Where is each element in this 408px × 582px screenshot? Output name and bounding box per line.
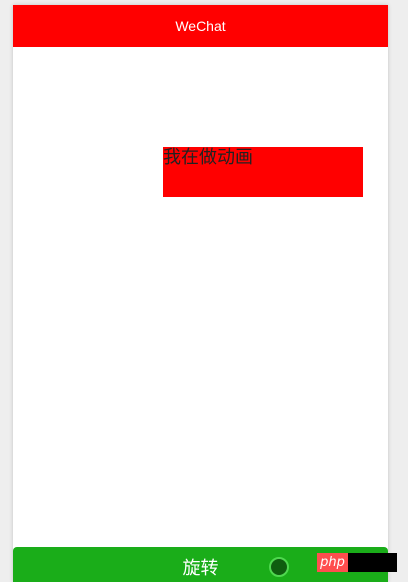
animated-box: 我在做动画	[163, 147, 363, 197]
main-content: 我在做动画	[13, 47, 388, 547]
php-watermark-label: php	[320, 555, 345, 570]
php-watermark: php	[317, 553, 397, 572]
nav-title: WeChat	[175, 18, 226, 34]
animated-box-text: 我在做动画	[163, 147, 253, 168]
watermark-black-bar	[348, 553, 397, 572]
php-watermark-logo: php	[317, 553, 348, 572]
loading-circle-icon	[269, 557, 289, 577]
rotate-button-label: 旋转	[182, 558, 219, 579]
phone-frame: WeChat 我在做动画 旋转	[13, 5, 388, 582]
navigation-bar: WeChat	[13, 5, 388, 47]
